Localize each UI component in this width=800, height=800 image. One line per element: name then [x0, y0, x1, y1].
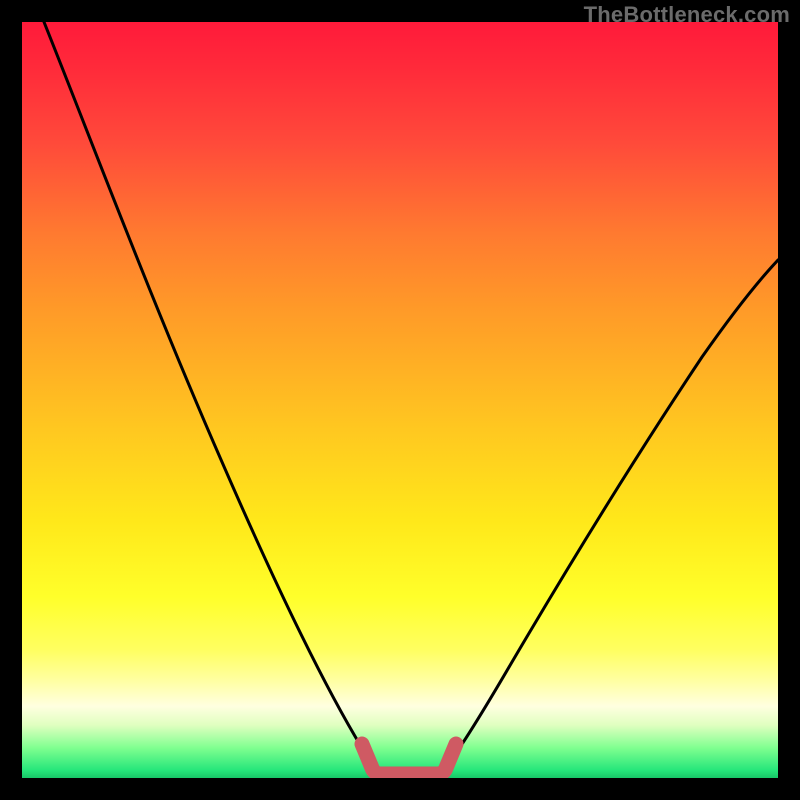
- right-curve: [440, 260, 778, 774]
- left-curve: [44, 22, 382, 774]
- plot-area: [22, 22, 778, 778]
- chart-frame: TheBottleneck.com: [0, 0, 800, 800]
- flat-minimum-marker: [362, 744, 456, 774]
- curve-layer: [22, 22, 778, 778]
